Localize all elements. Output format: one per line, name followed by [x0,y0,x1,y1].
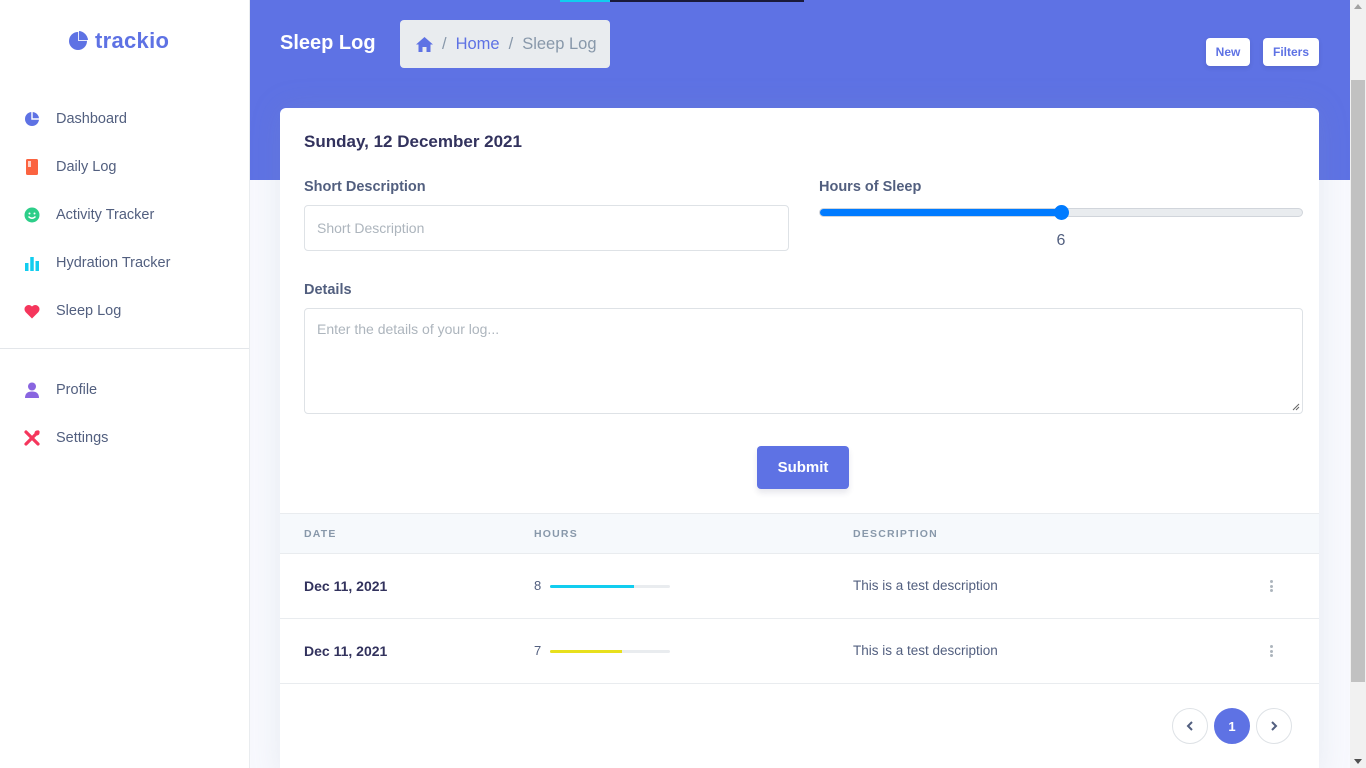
table-header: DATE HOURS DESCRIPTION [280,513,1319,554]
table-row: Dec 11, 2021 7 This is a test descriptio… [280,619,1319,684]
column-header-description: DESCRIPTION [853,528,938,540]
page-scrollbar[interactable] [1350,0,1366,768]
pagination-prev-button[interactable] [1172,708,1208,744]
row-menu-icon[interactable] [1266,643,1276,659]
sidebar-item-label: Settings [56,430,109,446]
sidebar-item-label: Dashboard [56,111,127,127]
hours-of-sleep-label: Hours of Sleep [819,179,922,195]
column-header-date: DATE [304,528,337,540]
hours-progress-bar [550,585,670,588]
tools-icon [24,430,40,446]
sidebar-item-label: Daily Log [56,159,117,175]
chevron-left-icon [1186,721,1193,731]
sidebar-item-daily-log[interactable]: Daily Log [0,143,250,191]
pagination-next-button[interactable] [1256,708,1292,744]
user-icon [24,382,40,398]
sidebar-item-settings[interactable]: Settings [0,414,250,462]
submit-button[interactable]: Submit [757,446,849,489]
sleep-log-card: Sunday, 12 December 2021 Short Descripti… [280,108,1319,768]
breadcrumb-separator: / [508,34,514,53]
sidebar-item-activity-tracker[interactable]: Activity Tracker [0,191,250,239]
page-title: Sleep Log [280,32,376,54]
breadcrumb-current: Sleep Log [522,34,597,53]
sidebar-item-label: Profile [56,382,98,398]
breadcrumb: / Home / Sleep Log [400,20,610,68]
sidebar-item-label: Hydration Tracker [56,255,171,271]
log-date: Sunday, 12 December 2021 [304,132,522,151]
pie-chart-icon [69,31,88,50]
sidebar-nav: Dashboard Daily Log Activity Tracker Hyd… [0,95,250,335]
hours-slider-fill [820,209,1061,216]
home-icon[interactable] [416,36,433,52]
pie-chart-icon [24,111,40,127]
short-description-label: Short Description [304,179,426,195]
top-loading-strip [560,0,804,2]
details-textarea[interactable]: Enter the details of your log... [304,308,1303,414]
scroll-up-arrow-icon[interactable] [1354,4,1362,9]
brand-name: trackio [95,28,170,53]
sidebar-item-hydration-tracker[interactable]: Hydration Tracker [0,239,250,287]
breadcrumb-separator: / [442,34,447,53]
hours-slider-thumb[interactable] [1054,205,1069,220]
breadcrumb-home-link[interactable]: Home [456,35,500,54]
sidebar-item-sleep-log[interactable]: Sleep Log [0,287,250,335]
heart-icon [24,303,40,319]
hours-slider[interactable] [819,205,1303,220]
hours-progress-fill [550,650,622,653]
bar-chart-icon [24,255,40,271]
table-row: Dec 11, 2021 8 This is a test descriptio… [280,554,1319,619]
smile-icon [24,207,40,223]
short-description-input[interactable]: Short Description [304,205,789,251]
brand-logo[interactable]: trackio [68,28,169,54]
hours-progress-bar [550,650,670,653]
new-button[interactable]: New [1206,38,1250,66]
resize-grip-icon[interactable] [1292,403,1300,411]
sidebar: trackio Dashboard Daily Log Activity Tra… [0,0,250,768]
sidebar-item-dashboard[interactable]: Dashboard [0,95,250,143]
chevron-right-icon [1271,721,1278,731]
row-menu-icon[interactable] [1266,578,1276,594]
sidebar-divider [0,348,249,349]
scrollbar-thumb[interactable] [1351,80,1365,682]
row-date: Dec 11, 2021 [304,643,388,659]
sidebar-secondary-nav: Profile Settings [0,366,250,462]
hours-value: 6 [1056,232,1066,249]
row-description: This is a test description [853,643,998,658]
pagination-page-1[interactable]: 1 [1214,708,1250,744]
row-hours: 7 [534,643,542,658]
details-placeholder: Enter the details of your log... [317,321,500,337]
row-date: Dec 11, 2021 [304,578,388,594]
book-icon [24,159,40,175]
scroll-down-arrow-icon[interactable] [1354,759,1362,764]
row-description: This is a test description [853,578,998,593]
sidebar-item-profile[interactable]: Profile [0,366,250,414]
filters-button[interactable]: Filters [1263,38,1319,66]
details-label: Details [304,282,352,298]
row-hours: 8 [534,578,542,593]
hours-progress-fill [550,585,634,588]
sidebar-item-label: Sleep Log [56,303,122,319]
sidebar-item-label: Activity Tracker [56,207,155,223]
column-header-hours: HOURS [534,528,578,540]
